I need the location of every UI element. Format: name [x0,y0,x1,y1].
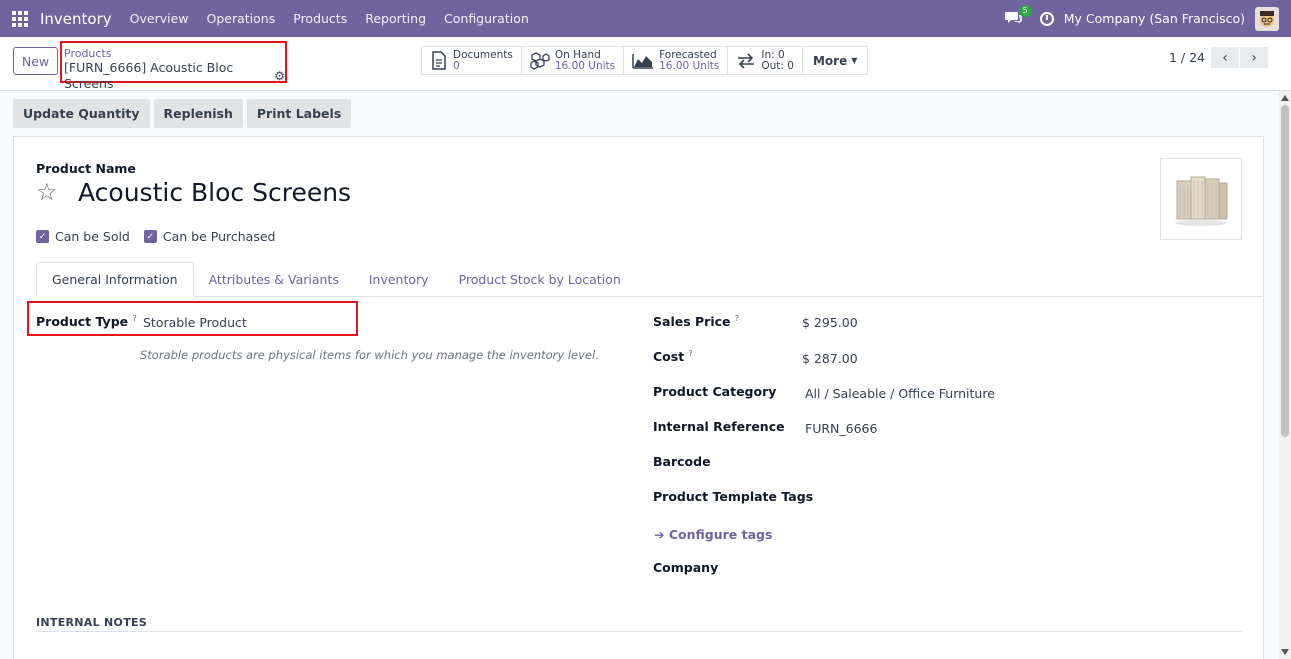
documents-count: 0 [453,59,460,72]
documents-label: Documents [453,48,513,61]
menu-reporting[interactable]: Reporting [365,11,426,26]
breadcrumb: Products [FURN_6666] Acoustic Bloc Scree… [60,41,287,91]
chevron-left-icon: ‹ [1222,49,1228,66]
apps-menu-icon[interactable] [0,0,40,37]
cost-label-text: Cost [653,349,685,365]
menu-overview[interactable]: Overview [130,11,189,26]
area-chart-icon [632,53,654,69]
tab-inventory[interactable]: Inventory [354,262,444,297]
tab-product-stock-by-location[interactable]: Product Stock by Location [444,262,636,297]
activity-clock-icon[interactable] [1039,11,1054,26]
scroll-up-icon[interactable] [1281,95,1289,101]
document-icon [432,50,446,70]
onhand-label: On Hand [554,48,601,61]
in-count: In: 0 [761,48,785,61]
cost-field[interactable]: $ 287.00 [802,351,858,366]
breadcrumb-current-label: [FURN_6666] Acoustic Bloc Screens [64,60,234,91]
barcode-label: Barcode [653,454,711,469]
scroll-down-icon[interactable] [1281,649,1289,655]
update-quantity-button[interactable]: Update Quantity [13,99,150,128]
arrow-right-icon: ➔ [654,527,665,542]
product-type-help-text: Storable products are physical items for… [140,348,599,362]
sales-price-label-text: Sales Price [653,314,731,330]
page-scrollbar[interactable] [1279,91,1291,659]
breadcrumb-parent[interactable]: Products [64,48,285,60]
control-panel: New Products [FURN_6666] Acoustic Bloc S… [0,37,1291,91]
product-name-label: Product Name [36,161,136,176]
internal-reference-field[interactable]: FURN_6666 [805,421,877,436]
forecasted-value: 16.00 Units [659,59,720,72]
onhand-smart-button[interactable]: On Hand 16.00 Units [522,47,625,74]
product-tags-label: Product Template Tags [653,489,814,504]
top-navbar: Inventory Overview Operations Products R… [0,0,1291,37]
help-icon[interactable]: ? [132,314,136,323]
exchange-icon [738,52,755,69]
form-tabs: General Information Attributes & Variant… [36,262,1264,297]
company-switcher[interactable]: My Company (San Francisco) [1064,11,1245,26]
scroll-thumb[interactable] [1281,105,1289,437]
menu-operations[interactable]: Operations [207,11,276,26]
sale-purchase-options: ✓ Can be Sold ✓ Can be Purchased [36,229,289,244]
cubes-icon [530,51,550,70]
chat-count-badge: 5 [1018,4,1032,17]
new-button[interactable]: New [13,47,58,75]
product-type-label-text: Product Type [36,314,129,330]
barcode-field[interactable] [805,454,1225,472]
chevron-right-icon: › [1251,49,1257,66]
internal-reference-label: Internal Reference [653,419,785,434]
internal-notes-divider [36,631,1242,632]
out-count: Out: 0 [761,59,794,72]
internal-notes-heading: INTERNAL NOTES [36,616,148,629]
help-icon[interactable]: ? [689,349,693,358]
documents-smart-button[interactable]: Documents 0 [422,47,522,74]
caret-down-icon: ▼ [851,56,858,65]
can-be-sold-checkbox[interactable]: ✓ [36,230,49,243]
can-be-sold-label: Can be Sold [55,229,130,244]
pager: 1 / 24 ‹ › [1169,47,1269,68]
favorite-star-icon[interactable]: ☆ [36,179,58,205]
company-label: Company [653,560,719,575]
menu-configuration[interactable]: Configuration [444,11,529,26]
pager-next-button[interactable]: › [1240,47,1269,68]
more-dropdown[interactable]: More ▼ [803,47,867,74]
sales-price-field[interactable]: $ 295.00 [802,315,858,330]
gear-icon[interactable]: ⚙ [274,68,285,84]
product-tags-field[interactable] [805,489,1225,507]
menu-products[interactable]: Products [293,11,347,26]
can-be-purchased-label: Can be Purchased [162,229,276,244]
pager-previous-button[interactable]: ‹ [1211,47,1240,68]
product-name-field[interactable]: Acoustic Bloc Screens [78,179,351,207]
product-category-label: Product Category [653,384,777,399]
replenish-button[interactable]: Replenish [153,99,243,128]
forecasted-smart-button[interactable]: Forecasted 16.00 Units [624,47,729,74]
print-labels-button[interactable]: Print Labels [246,99,352,128]
configure-tags-link[interactable]: ➔ Configure tags [654,527,772,542]
help-icon[interactable]: ? [735,314,739,323]
tab-attributes-variants[interactable]: Attributes & Variants [194,262,354,297]
smart-buttons: Documents 0 On Hand 16.00 Units Forecasted… [421,46,869,75]
onhand-value: 16.00 Units [554,59,616,72]
tab-general-information[interactable]: General Information [36,262,194,297]
user-avatar[interactable] [1255,6,1279,31]
form-sheet: Product Name ☆ Acoustic Bloc Screens ✓ C… [13,136,1264,659]
product-type-label: Product Type ? [36,314,137,329]
company-field[interactable] [805,560,1225,578]
sales-price-label: Sales Price ? [653,314,739,329]
header-actions: Update Quantity Replenish Print Labels [13,99,355,128]
acoustic-screen-picture [1175,176,1228,226]
product-image[interactable] [1160,158,1242,240]
pager-value[interactable]: 1 / 24 [1169,50,1205,65]
product-category-field[interactable]: All / Saleable / Office Furniture [805,386,995,401]
can-be-purchased-checkbox[interactable]: ✓ [143,230,157,243]
configure-tags-label: Configure tags [668,527,773,542]
forecasted-label: Forecasted [659,48,717,61]
breadcrumb-current: [FURN_6666] Acoustic Bloc Screens ⚙ [64,60,285,92]
more-label: More [812,53,848,68]
chat-icon[interactable]: 5 [1004,4,1032,28]
product-type-select[interactable]: Storable Product [143,315,247,330]
in-out-smart-button[interactable]: In: 0 Out: 0 [728,47,803,74]
cost-label: Cost ? [653,349,693,364]
app-brand[interactable]: Inventory [40,10,112,28]
